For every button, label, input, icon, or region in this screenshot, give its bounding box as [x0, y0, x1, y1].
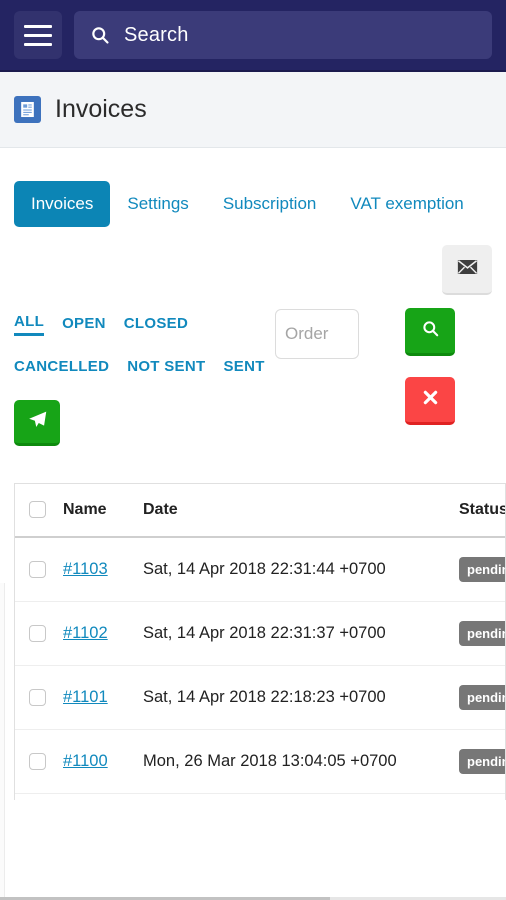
column-header-name[interactable]: Name [63, 484, 143, 538]
invoice-name-cell: #1100 [63, 729, 143, 794]
invoice-status-cell: pending [459, 537, 505, 602]
filter-not-sent[interactable]: NOT SENT [127, 358, 205, 378]
select-all-checkbox[interactable] [29, 501, 46, 519]
search-icon [90, 25, 110, 45]
row-select-cell [15, 601, 63, 666]
row-select-cell [15, 793, 63, 800]
table-row[interactable]: #1101 Sat, 14 Apr 2018 22:18:23 +0700 pe… [15, 665, 505, 730]
invoice-link[interactable]: #1103 [63, 560, 108, 578]
invoice-link[interactable]: #1100 [63, 752, 108, 770]
send-mail-button[interactable] [442, 245, 492, 295]
status-badge: pending [459, 749, 505, 774]
hamburger-bar [24, 24, 52, 28]
select-all-header [15, 484, 63, 538]
close-x-icon [421, 388, 440, 412]
filter-cancelled[interactable]: CANCELLED [14, 358, 109, 378]
row-checkbox[interactable] [29, 561, 46, 579]
clear-filter-button[interactable] [405, 377, 455, 425]
search-icon [421, 319, 440, 343]
filter-sent[interactable]: SENT [223, 358, 264, 378]
filter-closed[interactable]: CLOSED [124, 315, 188, 335]
invoices-table-body: #1103 Sat, 14 Apr 2018 22:31:44 +0700 pe… [15, 537, 505, 800]
invoice-document-icon [14, 96, 41, 123]
page-title: Invoices [55, 95, 147, 123]
invoice-date-cell: Sat, 14 Apr 2018 22:31:44 +0700 [143, 537, 459, 602]
status-badge: pending [459, 557, 505, 582]
row-checkbox[interactable] [29, 689, 46, 707]
page-title-bar: Invoices [0, 72, 506, 148]
tab-subscription[interactable]: Subscription [206, 181, 334, 227]
row-select-cell [15, 729, 63, 794]
table-header-row: Name Date Status [15, 484, 505, 538]
invoice-link[interactable]: #1101 [63, 688, 108, 706]
invoice-name-cell: #1102 [63, 601, 143, 666]
invoice-status-cell: pending [459, 601, 505, 666]
filter-open[interactable]: OPEN [62, 315, 106, 335]
table-row[interactable]: #1102 Sat, 14 Apr 2018 22:31:37 +0700 pe… [15, 601, 505, 666]
status-badge: pending [459, 621, 505, 646]
invoice-link[interactable]: #1102 [63, 624, 108, 642]
filter-all[interactable]: ALL [14, 313, 45, 336]
row-checkbox[interactable] [29, 753, 46, 771]
global-search-input[interactable]: Search [74, 11, 492, 59]
table-row[interactable]: #1103 Sat, 14 Apr 2018 22:31:44 +0700 pe… [15, 537, 505, 602]
search-filter-button[interactable] [405, 308, 455, 356]
envelope-icon [457, 259, 478, 280]
invoice-name-cell: #1101 [63, 665, 143, 730]
invoice-status-cell: pending [459, 793, 505, 800]
hamburger-menu-icon[interactable] [14, 11, 62, 59]
invoice-date-cell: Sat, 14 Apr 2018 22:31:37 +0700 [143, 601, 459, 666]
order-input[interactable] [275, 309, 359, 359]
row-select-cell [15, 537, 63, 602]
row-select-cell [15, 665, 63, 730]
main-content: Invoices Settings Subscription VAT exemp… [0, 148, 506, 475]
table-row[interactable]: #1099 Wed, 21 Mar 2018 13:12:27 +0700 pe… [15, 793, 505, 800]
invoice-name-cell: #1103 [63, 537, 143, 602]
invoice-date-cell: Mon, 26 Mar 2018 13:04:05 +0700 [143, 729, 459, 794]
status-badge: pending [459, 685, 505, 710]
toolbar-row [14, 227, 492, 295]
row-checkbox[interactable] [29, 625, 46, 643]
tab-invoices[interactable]: Invoices [14, 181, 111, 227]
invoices-table-container: Name Date Status #1103 Sat, 14 Apr 2018 … [14, 483, 506, 800]
global-search-placeholder: Search [124, 23, 189, 46]
column-header-date[interactable]: Date [143, 484, 459, 538]
table-row[interactable]: #1100 Mon, 26 Mar 2018 13:04:05 +0700 pe… [15, 729, 505, 794]
hamburger-bar [24, 33, 52, 37]
invoices-table: Name Date Status #1103 Sat, 14 Apr 2018 … [15, 484, 505, 800]
vertical-scrollbar[interactable] [0, 583, 5, 900]
invoice-status-cell: pending [459, 665, 505, 730]
top-navigation-bar: Search [0, 0, 506, 72]
invoice-date-cell: Wed, 21 Mar 2018 13:12:27 +0700 [143, 793, 459, 800]
invoice-status-cell: pending [459, 729, 505, 794]
tab-settings[interactable]: Settings [110, 181, 205, 227]
paper-plane-icon [27, 409, 48, 435]
hamburger-bar [24, 42, 52, 46]
invoice-date-cell: Sat, 14 Apr 2018 22:18:23 +0700 [143, 665, 459, 730]
tab-vat-exemption[interactable]: VAT exemption [333, 181, 480, 227]
column-header-status[interactable]: Status [459, 484, 505, 538]
send-invoices-button[interactable] [14, 400, 60, 446]
filter-link-group: ALL OPEN CLOSED CANCELLED NOT SENT SENT [14, 313, 279, 446]
invoice-name-cell: #1099 [63, 793, 143, 800]
section-tabs: Invoices Settings Subscription VAT exemp… [14, 148, 492, 227]
invoice-filters: ALL OPEN CLOSED CANCELLED NOT SENT SENT [14, 295, 492, 475]
